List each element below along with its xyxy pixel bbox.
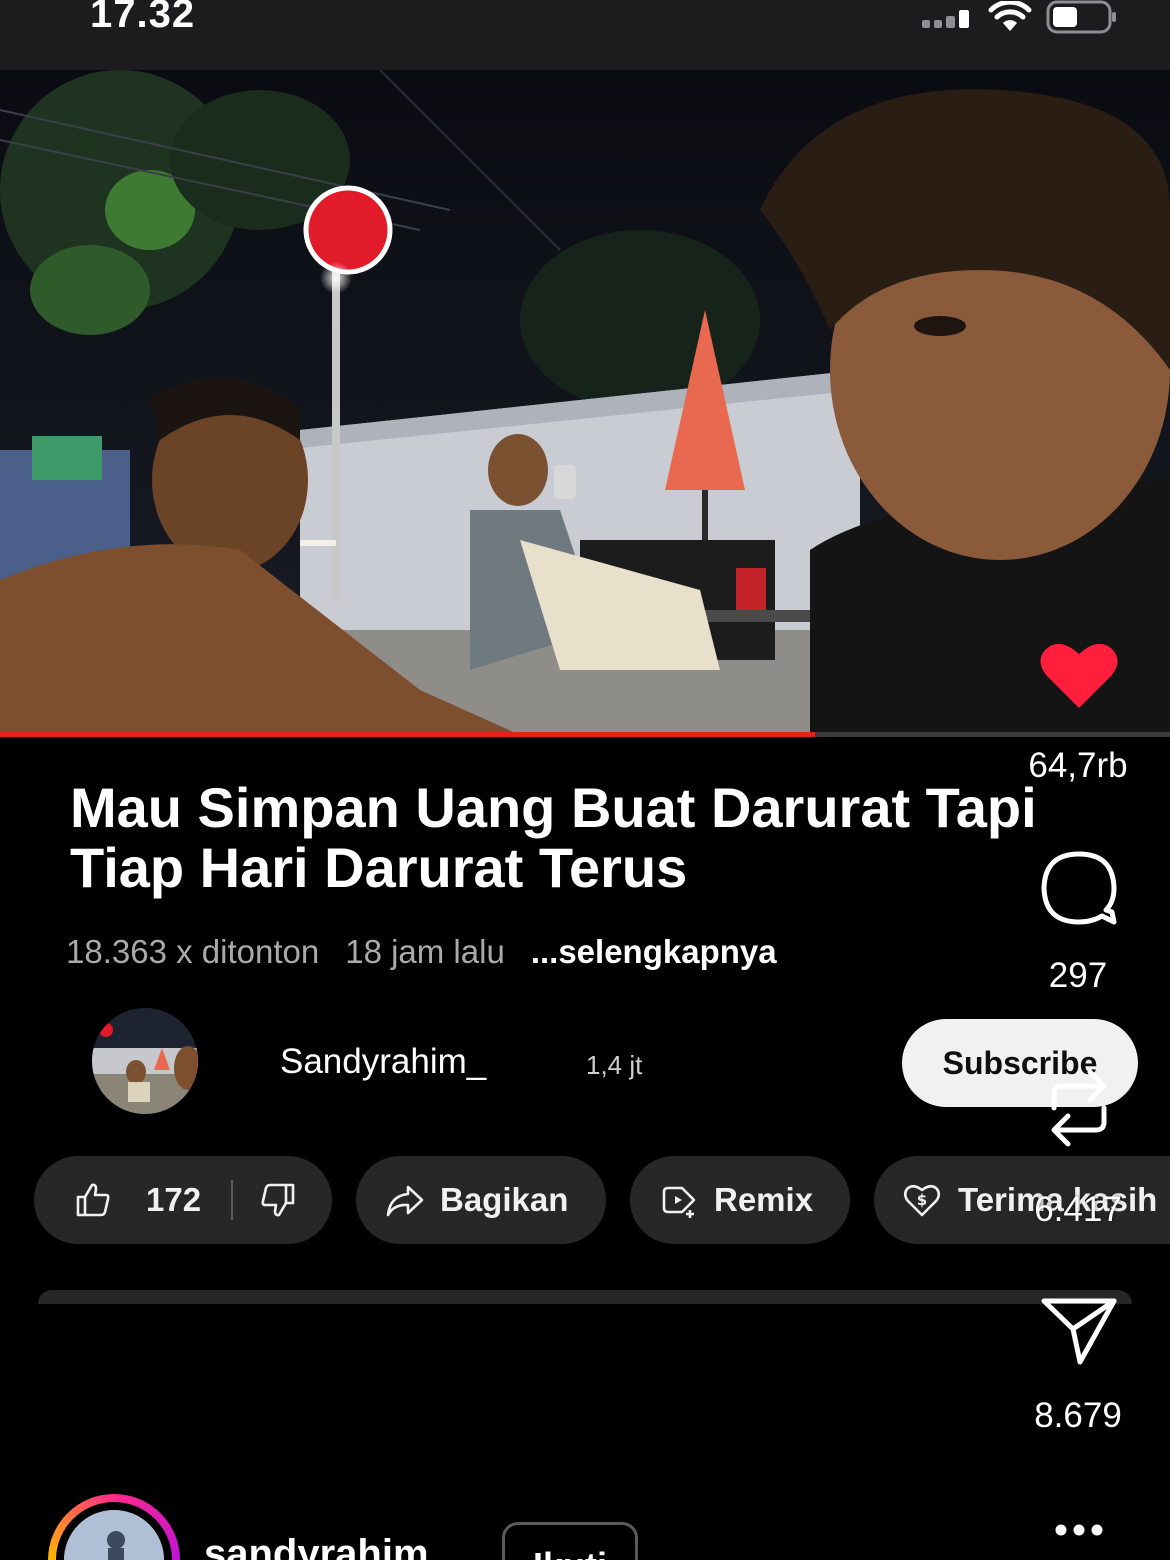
comment-bubble-icon (1041, 851, 1117, 925)
user-name[interactable]: sandyrahim (204, 1532, 429, 1560)
subscriber-count: 1,4 jt (586, 1050, 643, 1080)
thumbs-down-icon[interactable] (259, 1181, 297, 1219)
view-count: 18.363 x ditonton (66, 933, 320, 970)
video-progress-bar[interactable] (0, 732, 1170, 737)
channel-avatar[interactable] (92, 1008, 198, 1114)
video-frame (0, 70, 1170, 735)
wifi-icon (988, 1, 1032, 31)
video-progress-fill (0, 732, 816, 737)
like-divider (231, 1180, 234, 1220)
video-title[interactable]: Mau Simpan Uang Buat Darurat Tapi Tiap H… (70, 778, 1080, 898)
user-story-avatar[interactable] (48, 1494, 180, 1560)
comment-button[interactable] (1040, 850, 1118, 926)
more-link[interactable]: ...selengkapnya (531, 933, 777, 971)
channel-avatar-image (92, 1008, 198, 1114)
channel-name[interactable]: Sandyrahim_ (280, 1042, 486, 1082)
heart-icon (1040, 643, 1118, 708)
thumbs-up-icon[interactable] (74, 1181, 112, 1219)
like-count[interactable]: 172 (146, 1181, 201, 1219)
heart-count: 64,7rb (1028, 746, 1128, 785)
svg-text:$: $ (917, 1191, 927, 1209)
repost-icon (1051, 1069, 1107, 1147)
send-count: 8.679 (1034, 1396, 1122, 1435)
status-time: 17.32 (90, 0, 196, 36)
comment-count: 297 (1048, 956, 1108, 995)
like-heart-button[interactable] (1038, 640, 1120, 712)
battery-icon (1046, 0, 1116, 34)
video-player[interactable] (0, 70, 1170, 735)
share-arrow-icon (386, 1185, 424, 1217)
share-label: Bagikan (440, 1181, 569, 1218)
remix-icon (662, 1186, 696, 1218)
share-button[interactable]: Bagikan (356, 1156, 606, 1244)
status-icons (922, 0, 1118, 34)
comments-panel-edge (38, 1290, 1132, 1304)
remix-label: Remix (714, 1181, 814, 1218)
follow-button[interactable]: Ikuti (502, 1522, 638, 1560)
repost-count: 6.417 (1034, 1190, 1122, 1229)
signal-icon (922, 10, 969, 28)
send-button[interactable] (1040, 1296, 1118, 1366)
screen: 17.32 Mau Simpan Uang Buat Darurat Tapi … (0, 0, 1170, 1560)
send-paper-plane-icon (1041, 1298, 1117, 1365)
video-meta[interactable]: 18.363 x ditonton 18 jam lalu ...selengk… (66, 933, 777, 971)
remix-button[interactable]: Remix (630, 1156, 850, 1244)
status-bar: 17.32 (0, 0, 1170, 70)
heart-dollar-icon: $ (903, 1184, 941, 1217)
repost-button[interactable] (1044, 1066, 1114, 1150)
more-options-icon[interactable] (1054, 1520, 1104, 1540)
upload-time: 18 jam lalu (345, 933, 505, 970)
like-dislike-chip: 172 (34, 1156, 332, 1244)
user-avatar (64, 1510, 164, 1560)
